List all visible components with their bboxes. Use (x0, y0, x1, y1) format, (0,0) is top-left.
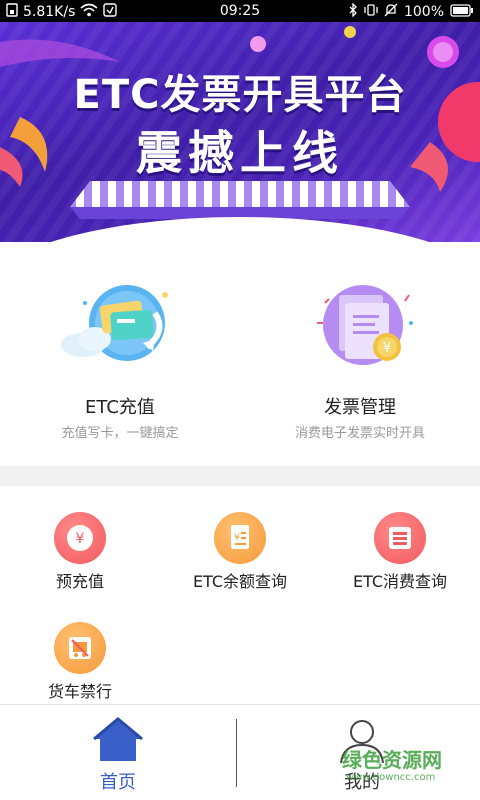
etc-recharge-title: ETC充值 (85, 397, 155, 418)
mute-icon (384, 3, 398, 21)
svg-text:¥: ¥ (234, 533, 240, 543)
truck-ban-icon (54, 622, 106, 674)
etc-balance-query-label: ETC余额查询 (192, 572, 288, 591)
banner-title-line1: ETC发票开具平台 (73, 72, 407, 118)
bluetooth-icon (348, 2, 358, 21)
prepay-item[interactable]: ¥ 预充值 (0, 486, 160, 596)
service-grid: ¥ 预充值 ¥ ETC余额查询 ETC消费查询 货车禁行 (0, 486, 480, 706)
nav-home-label: 首页 (100, 772, 136, 793)
battery-percent: 100% (403, 4, 444, 20)
nav-separator (236, 719, 237, 787)
main-services: ETC充值 充值写卡，一键搞定 ¥ 发票管理 消费电子发票实时开具 (0, 245, 480, 460)
nav-mine-label: 我的 (344, 772, 380, 793)
invoice-management-title: 发票管理 (324, 397, 396, 418)
etc-recharge-subtitle: 充值写卡，一键搞定 (61, 426, 179, 441)
etc-balance-query-item[interactable]: ¥ ETC余额查询 (160, 486, 320, 596)
yen-icon: ¥ (54, 512, 106, 564)
etc-recharge-card[interactable]: ETC充值 充值写卡，一键搞定 (0, 245, 240, 460)
vibrate-icon (364, 3, 378, 21)
balance-doc-icon: ¥ (214, 512, 266, 564)
bottom-navigation: 首页 我的 (0, 704, 480, 800)
home-icon (93, 717, 143, 761)
etc-consumption-query-item[interactable]: ETC消费查询 (320, 486, 480, 596)
nav-mine[interactable]: 我的 (244, 705, 480, 800)
status-bar: 5.81K/s 09:25 100% (0, 0, 480, 22)
invoice-management-subtitle: 消费电子发票实时开具 (294, 426, 425, 441)
prepay-label: 预充值 (55, 572, 104, 591)
recharge-card-icon (55, 273, 185, 373)
etc-consumption-query-label: ETC消费查询 (352, 572, 448, 591)
truck-ban-label: 货车禁行 (47, 682, 112, 701)
svg-text:¥: ¥ (76, 531, 85, 547)
nav-home[interactable]: 首页 (0, 705, 236, 800)
promo-banner[interactable]: ETC发票开具平台 震撼上线 (0, 22, 480, 242)
truck-ban-item[interactable]: 货车禁行 (0, 596, 160, 706)
banner-title-line2: 震撼上线 (136, 126, 344, 180)
user-icon (340, 720, 384, 764)
section-divider (0, 466, 480, 486)
invoice-doc-icon: ¥ (295, 273, 425, 373)
invoice-management-card[interactable]: ¥ 发票管理 消费电子发票实时开具 (240, 245, 480, 460)
battery-icon (450, 3, 474, 21)
list-icon (374, 512, 426, 564)
svg-text:¥: ¥ (383, 341, 391, 356)
